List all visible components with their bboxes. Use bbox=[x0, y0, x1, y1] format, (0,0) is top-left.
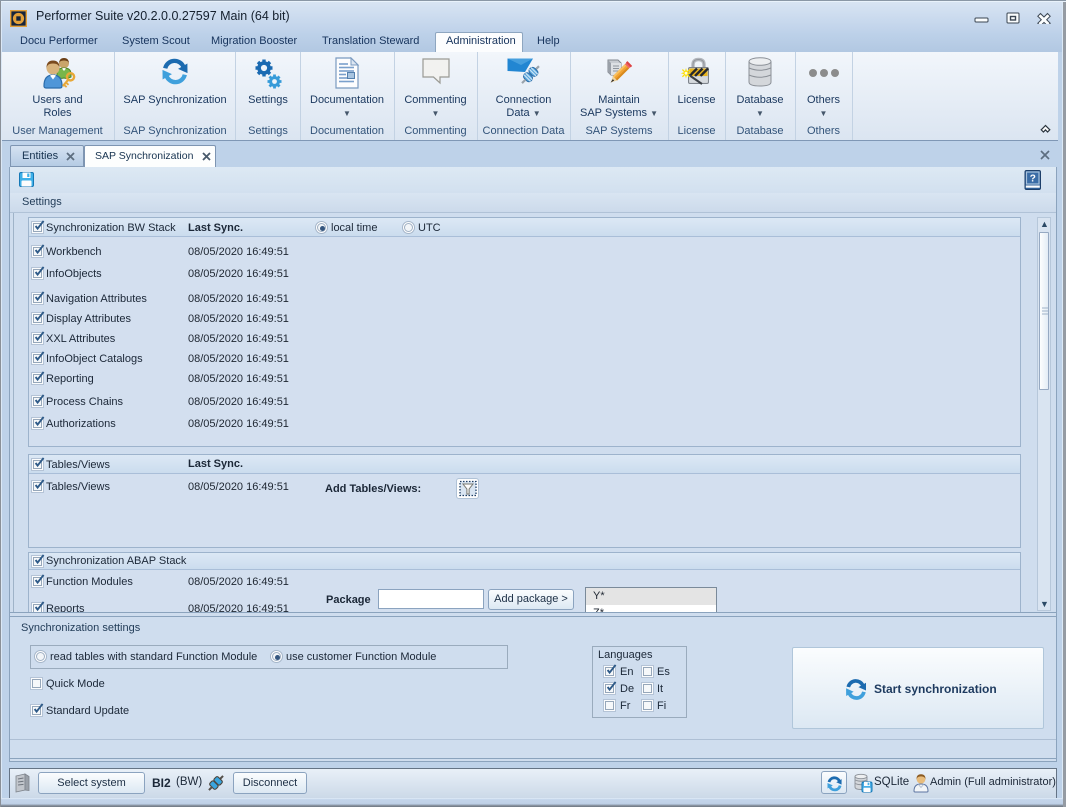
svg-text:?: ? bbox=[1030, 174, 1036, 185]
